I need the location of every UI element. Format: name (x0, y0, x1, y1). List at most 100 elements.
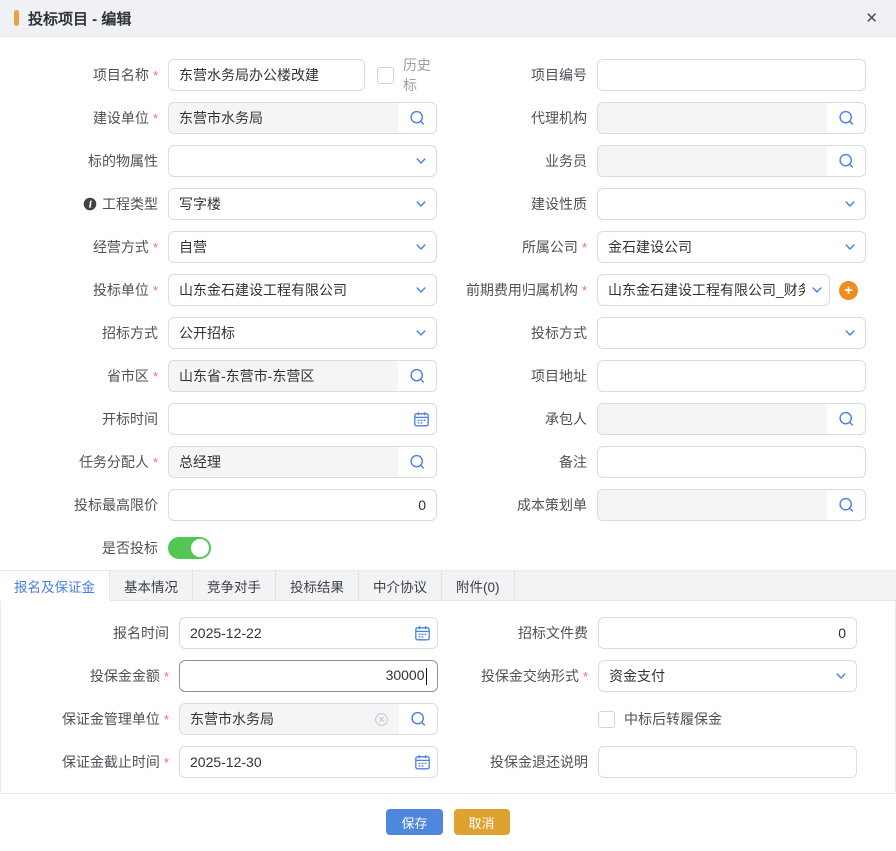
search-icon[interactable] (827, 109, 865, 128)
deposit-mgmt-unit-value: 东营市水务局 (190, 704, 374, 734)
search-icon[interactable] (398, 109, 436, 128)
agency-lookup (597, 102, 866, 134)
task-assignee-lookup[interactable]: 总经理 (168, 446, 437, 478)
chevron-down-icon (406, 326, 436, 340)
transfer-to-performance-bond-checkbox[interactable] (598, 711, 615, 728)
form-row: 是否投标 (0, 532, 896, 564)
form-row: 标的物属性 业务员 (0, 145, 896, 177)
search-icon[interactable] (399, 710, 437, 729)
form-row: 报名时间 2025-12-22 招标文件费 (1, 617, 895, 649)
remark-label: 备注 (437, 452, 597, 472)
tab-competitors[interactable]: 竞争对手 (193, 571, 276, 600)
subject-attribute-label: 标的物属性 (0, 151, 168, 171)
chevron-down-icon (406, 240, 436, 254)
chevron-down-icon (406, 154, 436, 168)
deposit-amount-value: 30000 (386, 667, 425, 683)
bidding-unit-select[interactable]: 山东金石建设工程有限公司 (168, 274, 437, 306)
project-address-label: 项目地址 (437, 366, 597, 386)
search-icon[interactable] (398, 367, 436, 386)
contractor-lookup (597, 403, 866, 435)
chevron-down-icon (835, 197, 865, 211)
is-bidding-toggle[interactable] (168, 537, 211, 559)
form-row: 保证金截止时间 2025-12-30 投保金退还说明 (1, 746, 895, 778)
project-type-value: 写字楼 (169, 194, 406, 214)
construction-unit-label: 建设单位 (0, 108, 168, 128)
deposit-deadline-datepicker[interactable]: 2025-12-30 (179, 746, 438, 778)
signup-time-datepicker[interactable]: 2025-12-22 (179, 617, 438, 649)
tab-bid-result[interactable]: 投标结果 (276, 571, 359, 600)
close-icon[interactable]: ✕ (861, 7, 882, 30)
region-lookup[interactable]: 山东省-东营市-东营区 (168, 360, 437, 392)
form-row: 经营方式 自营 所属公司 金石建设公司 (0, 231, 896, 263)
chevron-down-icon (406, 283, 436, 297)
deposit-pay-form-value: 资金支付 (599, 666, 826, 686)
cost-plan-label: 成本策划单 (437, 495, 597, 515)
add-icon[interactable]: + (839, 281, 858, 300)
toggle-knob (191, 539, 209, 557)
deposit-amount-input[interactable]: 30000 (179, 660, 438, 692)
remark-input[interactable] (597, 446, 866, 478)
clear-icon[interactable] (374, 712, 389, 727)
tender-mode-label: 招标方式 (0, 323, 168, 343)
expense-org-label: 前期费用归属机构 (437, 280, 597, 300)
calendar-icon[interactable] (407, 754, 437, 771)
deposit-mgmt-unit-lookup[interactable]: 东营市水务局 (179, 703, 438, 735)
history-flag-checkbox[interactable] (377, 67, 394, 84)
project-name-label: 项目名称 (0, 65, 168, 85)
bid-mode-select[interactable] (597, 317, 866, 349)
transfer-to-performance-bond-label: 中标后转履保金 (624, 709, 722, 729)
construction-nature-select[interactable] (597, 188, 866, 220)
tender-doc-fee-input[interactable] (598, 617, 857, 649)
chevron-down-icon (406, 197, 436, 211)
tender-mode-select[interactable]: 公开招标 (168, 317, 437, 349)
calendar-icon[interactable] (407, 625, 437, 642)
region-value: 山东省-东营市-东营区 (179, 361, 388, 391)
expense-org-select[interactable]: 山东金石建设工程有限公司_财务 (597, 274, 830, 306)
form-row: 投标最高限价 成本策划单 (0, 489, 896, 521)
main-form: 项目名称 历史标 项目编号 建设单位 东营市水务局 (0, 59, 896, 564)
project-code-input[interactable] (597, 59, 866, 91)
bid-open-time-datepicker[interactable] (168, 403, 437, 435)
save-button[interactable]: 保存 (386, 809, 442, 835)
signup-time-label: 报名时间 (1, 623, 179, 643)
search-icon[interactable] (827, 152, 865, 171)
operation-mode-select[interactable]: 自营 (168, 231, 437, 263)
form-row: 开标时间 承包人 (0, 403, 896, 435)
deposit-refund-note-input[interactable] (598, 746, 857, 778)
deposit-deadline-label: 保证金截止时间 (1, 752, 179, 772)
max-bid-price-input[interactable] (168, 489, 437, 521)
tab-attachments[interactable]: 附件(0) (442, 571, 515, 600)
bid-open-time-label: 开标时间 (0, 409, 168, 429)
history-flag-label: 历史标 (403, 55, 437, 95)
operation-mode-value: 自营 (169, 237, 406, 257)
project-type-select[interactable]: 写字楼 (168, 188, 437, 220)
signup-time-value: 2025-12-22 (180, 625, 407, 641)
company-label: 所属公司 (437, 237, 597, 257)
tender-doc-fee-label: 招标文件费 (438, 623, 598, 643)
form-row: 招标方式 公开招标 投标方式 (0, 317, 896, 349)
search-icon[interactable] (398, 453, 436, 472)
cancel-button[interactable]: 取消 (454, 809, 510, 835)
expense-org-value: 山东金石建设工程有限公司_财务 (598, 280, 805, 300)
project-address-input[interactable] (597, 360, 866, 392)
tab-basic-info[interactable]: 基本情况 (110, 571, 193, 600)
subject-attribute-select[interactable] (168, 145, 437, 177)
search-icon[interactable] (827, 410, 865, 429)
operation-mode-label: 经营方式 (0, 237, 168, 257)
deposit-pay-form-select[interactable]: 资金支付 (598, 660, 857, 692)
company-select[interactable]: 金石建设公司 (597, 231, 866, 263)
search-icon[interactable] (827, 496, 865, 515)
text-cursor (426, 668, 428, 685)
tab-signup-deposit[interactable]: 报名及保证金 (0, 571, 110, 600)
construction-unit-lookup[interactable]: 东营市水务局 (168, 102, 437, 134)
project-name-input[interactable] (168, 59, 365, 91)
form-row: 投标单位 山东金石建设工程有限公司 前期费用归属机构 山东金石建设工程有限公司_… (0, 274, 896, 306)
calendar-icon[interactable] (406, 411, 436, 428)
form-row: 省市区 山东省-东营市-东营区 项目地址 (0, 360, 896, 392)
form-row: 任务分配人 总经理 备注 (0, 446, 896, 478)
chevron-down-icon (835, 240, 865, 254)
salesman-label: 业务员 (437, 151, 597, 171)
tab-agency-agreement[interactable]: 中介协议 (359, 571, 442, 600)
deposit-deadline-value: 2025-12-30 (180, 754, 407, 770)
svg-text:i: i (89, 199, 93, 210)
